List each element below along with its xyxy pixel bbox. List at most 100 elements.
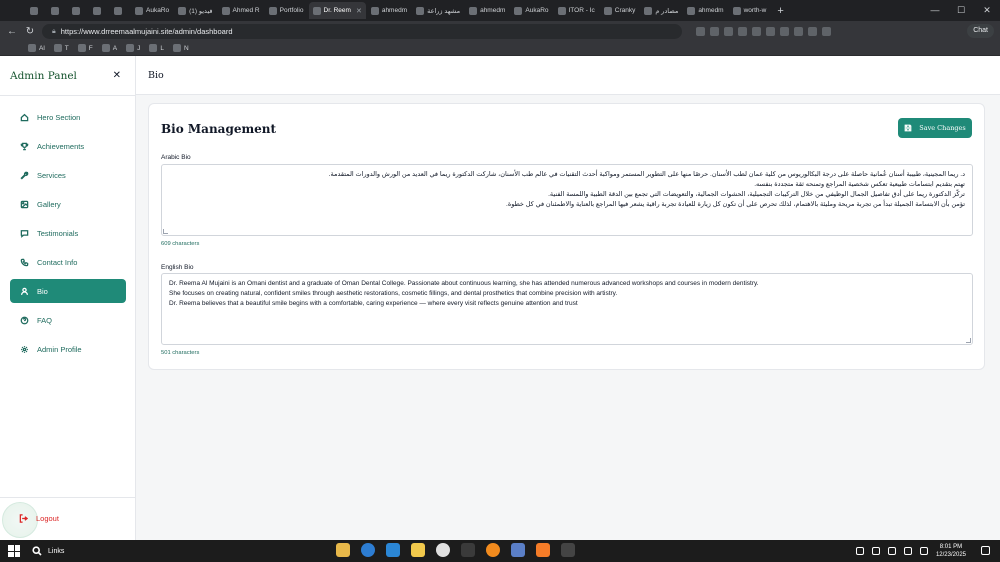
bio-text-line: Dr. Reema believes that a beautiful smil…	[169, 300, 578, 307]
sidebar-item-admin-profile[interactable]: Admin Profile	[10, 337, 126, 361]
minimize-button[interactable]: —	[922, 0, 948, 21]
bookmark-item[interactable]: J	[126, 44, 140, 52]
bookmark-item[interactable]: Al	[28, 44, 45, 52]
favorites-icon[interactable]	[794, 26, 803, 36]
save-button[interactable]: Save Changes	[898, 118, 972, 138]
extension-icon[interactable]	[780, 26, 789, 36]
tab-label: AukaRo	[525, 7, 549, 14]
browser-tab[interactable]: Cranky	[600, 2, 640, 19]
edge-browser-icon[interactable]	[361, 543, 375, 557]
sidebar-item-bio[interactable]: Bio	[10, 279, 126, 303]
user-icon	[19, 286, 29, 296]
browser-tab[interactable]	[26, 2, 46, 19]
database-app-icon[interactable]	[511, 543, 525, 557]
start-icon[interactable]	[8, 545, 20, 557]
resize-handle[interactable]	[966, 338, 971, 343]
terminal-app-icon[interactable]	[461, 543, 475, 557]
close-tab-icon[interactable]: ✕	[356, 7, 362, 15]
maximize-button[interactable]: ☐	[948, 0, 974, 21]
chevron-up-icon[interactable]	[855, 547, 864, 555]
extension-icon[interactable]	[738, 26, 747, 36]
taskbar-apps	[336, 543, 575, 557]
close-icon[interactable]: ✕	[113, 70, 121, 81]
extension-icon[interactable]	[696, 26, 705, 36]
browser-tab[interactable]: Dr. Reem ✕	[308, 2, 366, 19]
browser-tab[interactable]	[89, 2, 109, 19]
browser-tab[interactable]: (1) فيديو	[174, 2, 216, 19]
browser-tab[interactable]: AukaRo	[131, 2, 173, 19]
bookmark-item[interactable]: L	[149, 44, 164, 52]
tab-label: ahmedm	[480, 7, 506, 14]
logout-button[interactable]: Logout	[19, 514, 59, 523]
sidebar-item-contact-info[interactable]: Contact Info	[10, 250, 126, 274]
postman-icon[interactable]	[486, 543, 500, 557]
browser-tab[interactable]: AukaRo	[510, 2, 552, 19]
extension-icon[interactable]	[724, 26, 733, 36]
tab-favicon-icon	[72, 6, 80, 15]
bookmark-item[interactable]: F	[77, 44, 93, 52]
avatar[interactable]	[822, 26, 831, 36]
browser-tab[interactable]: ahmedm	[465, 2, 509, 19]
tab-label: Ahmed R	[232, 7, 260, 14]
tab-favicon-icon	[268, 6, 277, 15]
bookmark-favicon-icon	[77, 44, 86, 52]
sidebar-item-hero-section[interactable]: Hero Section	[10, 105, 126, 129]
extension-icon[interactable]	[766, 26, 775, 36]
tab-label: ahmedm	[381, 7, 408, 14]
command-prompt-icon[interactable]	[561, 543, 575, 557]
arabic-bio-textarea[interactable]: د. ريما المجينية، طبيبة أسنان عُمانية حا…	[161, 164, 973, 236]
sidebar-item-testimonials[interactable]: Testimonials	[10, 221, 126, 245]
bookmark-label: T	[64, 44, 69, 52]
bio-card: Bio Management Save Changes Arabic Bio د…	[148, 103, 985, 370]
bookmark-item[interactable]: A	[101, 44, 117, 52]
browser-tab[interactable]	[68, 2, 88, 19]
download-icon[interactable]	[808, 26, 817, 36]
browser-tab[interactable]: مشهد زراعة	[412, 2, 464, 19]
sidebar-item-services[interactable]: Services	[10, 163, 126, 187]
bookmark-item[interactable]: N	[172, 44, 189, 52]
extension-icon[interactable]	[752, 26, 761, 36]
browser-tab[interactable]: Portfolio	[265, 2, 308, 19]
tab-favicon-icon	[603, 6, 612, 15]
notes-icon[interactable]	[411, 543, 425, 557]
taskbar-clock[interactable]: 8:01 PM 12/23/2025	[936, 543, 966, 559]
address-bar[interactable]: 🔒︎ https://www.drreemaalmujaini.site/adm…	[42, 23, 682, 39]
bookmark-item[interactable]: T	[53, 44, 69, 52]
sidebar-item-achievements[interactable]: Achievements	[10, 134, 126, 158]
browser-tab[interactable]: worth-w	[729, 2, 771, 19]
browser-tab[interactable]	[47, 2, 67, 19]
new-tab-button[interactable]: +	[771, 5, 789, 17]
refresh-icon[interactable]: ↻	[24, 26, 36, 37]
tab-label: ITOR - Ic	[568, 7, 595, 14]
browser-tab[interactable]: Ahmed R	[218, 2, 264, 19]
clock-app-icon[interactable]	[436, 543, 450, 557]
tab-favicon-icon	[416, 6, 425, 15]
browser-tab[interactable]: ahmedm	[367, 2, 411, 19]
taskbar-search[interactable]: Links	[32, 546, 116, 556]
notification-icon[interactable]	[981, 546, 990, 555]
browser-tab[interactable]: مصادر م	[640, 2, 682, 19]
browser-tab[interactable]	[110, 2, 130, 19]
vscode-icon[interactable]	[386, 543, 400, 557]
extension-icon[interactable]	[710, 26, 719, 36]
copilot-chat-button[interactable]: Chat	[967, 24, 994, 38]
sidebar-item-faq[interactable]: FAQ	[10, 308, 126, 332]
wifi-icon[interactable]	[887, 547, 896, 555]
close-window-button[interactable]: ✕	[974, 0, 1000, 21]
sidebar-item-gallery[interactable]: Gallery	[10, 192, 126, 216]
tab-label: worth-w	[743, 7, 767, 14]
clock-time: 8:01 PM	[939, 544, 963, 550]
file-explorer-icon[interactable]	[336, 543, 350, 557]
browser-tab[interactable]: ahmedm	[683, 2, 727, 19]
english-bio-textarea[interactable]: Dr. Reema Al Mujaini is an Omani dentist…	[161, 273, 973, 345]
clock-date: 12/23/2025	[935, 552, 966, 558]
xampp-icon[interactable]	[536, 543, 550, 557]
section-title: Bio Management	[161, 122, 277, 136]
back-icon[interactable]: ←	[6, 26, 18, 37]
browser-tab[interactable]: ITOR - Ic	[554, 2, 599, 19]
resize-handle[interactable]	[163, 229, 168, 234]
battery-icon[interactable]	[919, 547, 928, 555]
tab-label: Portfolio	[279, 7, 304, 14]
keyboard-icon[interactable]	[871, 547, 880, 555]
volume-icon[interactable]	[903, 547, 912, 555]
